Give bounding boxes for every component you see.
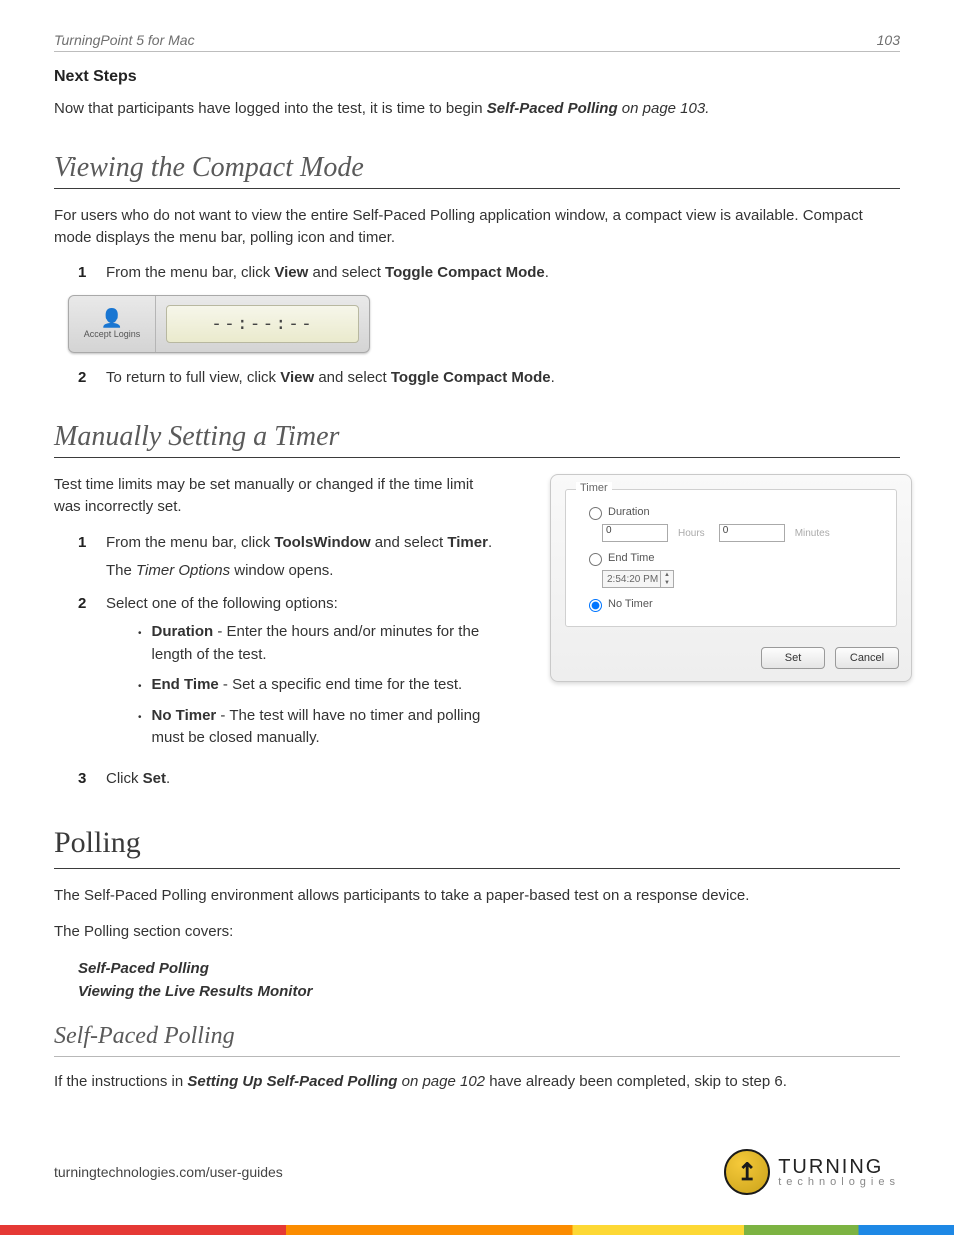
cancel-button[interactable]: Cancel [835,647,899,669]
timer-options-dialog: Timer Duration 0 Hours 0 Minutes End Tim… [550,474,912,682]
end-time-radio-row[interactable]: End Time [584,550,884,566]
hours-unit-label: Hours [678,528,705,539]
section-rule [54,868,900,869]
no-timer-radio-row[interactable]: No Timer [584,596,884,612]
end-time-radio[interactable] [589,553,602,566]
timer-step-3: 3 Click Set. [78,768,494,791]
timer-option-no-timer: No Timer - The test will have no timer a… [138,705,494,750]
minutes-input[interactable]: 0 [719,524,785,542]
compact-step-1: 1 From the menu bar, click View and sele… [78,262,900,285]
timer-step-2: 2 Select one of the following options: D… [78,593,494,758]
page-footer: turningtechnologies.com/user-guides ↥ TU… [54,1149,900,1195]
doc-title: TurningPoint 5 for Mac [54,32,195,48]
footer-url: turningtechnologies.com/user-guides [54,1164,283,1180]
self-paced-paragraph: If the instructions in Setting Up Self-P… [54,1071,900,1093]
intro-paragraph: Now that participants have logged into t… [54,98,900,120]
timer-option-end-time: End Time - Set a specific end time for t… [138,674,494,697]
page-number: 103 [877,32,900,48]
footer-color-strip [0,1225,954,1235]
turning-logo: ↥ TURNING technologies [724,1149,900,1195]
timer-group-label: Timer [576,482,612,494]
duration-radio[interactable] [589,507,602,520]
stepper-arrows-icon[interactable]: ▲▼ [660,571,673,587]
logo-mark-icon: ↥ [724,1149,770,1195]
self-paced-polling-link[interactable]: Self-Paced Polling [487,100,618,117]
setting-up-link[interactable]: Setting Up Self-Paced Polling [187,1073,397,1090]
minutes-unit-label: Minutes [795,528,830,539]
set-button[interactable]: Set [761,647,825,669]
timer-step-1: 1 From the menu bar, click ToolsWindow a… [78,532,494,583]
hours-input[interactable]: 0 [602,524,668,542]
running-header: TurningPoint 5 for Mac 103 [54,32,900,52]
section-rule [54,457,900,458]
compact-mode-heading: Viewing the Compact Mode [54,152,900,184]
timer-display: --:--:-- [166,305,359,343]
polling-link-self-paced[interactable]: Self-Paced Polling [78,957,900,980]
next-steps-heading: Next Steps [54,68,900,86]
polling-paragraph-1: The Self-Paced Polling environment allow… [54,885,900,907]
polling-heading: Polling [54,826,900,860]
timer-heading: Manually Setting a Timer [54,421,900,453]
compact-mode-screenshot: 👤 Accept Logins --:--:-- [68,295,370,353]
section-rule [54,188,900,189]
timer-option-duration: Duration - Enter the hours and/or minute… [138,621,494,666]
polling-link-live-results[interactable]: Viewing the Live Results Monitor [78,980,900,1003]
accept-logins-button: 👤 Accept Logins [69,296,156,352]
self-paced-heading: Self-Paced Polling [54,1023,900,1050]
person-icon: 👤 [101,309,123,327]
end-time-spinner[interactable]: 2:54:20 PM ▲▼ [602,570,674,588]
compact-mode-paragraph: For users who do not want to view the en… [54,205,900,249]
subsection-rule [54,1056,900,1057]
duration-radio-row[interactable]: Duration [584,504,884,520]
compact-step-2: 2 To return to full view, click View and… [78,367,900,390]
timer-paragraph: Test time limits may be set manually or … [54,474,494,518]
no-timer-radio[interactable] [589,599,602,612]
polling-paragraph-2: The Polling section covers: [54,921,900,943]
